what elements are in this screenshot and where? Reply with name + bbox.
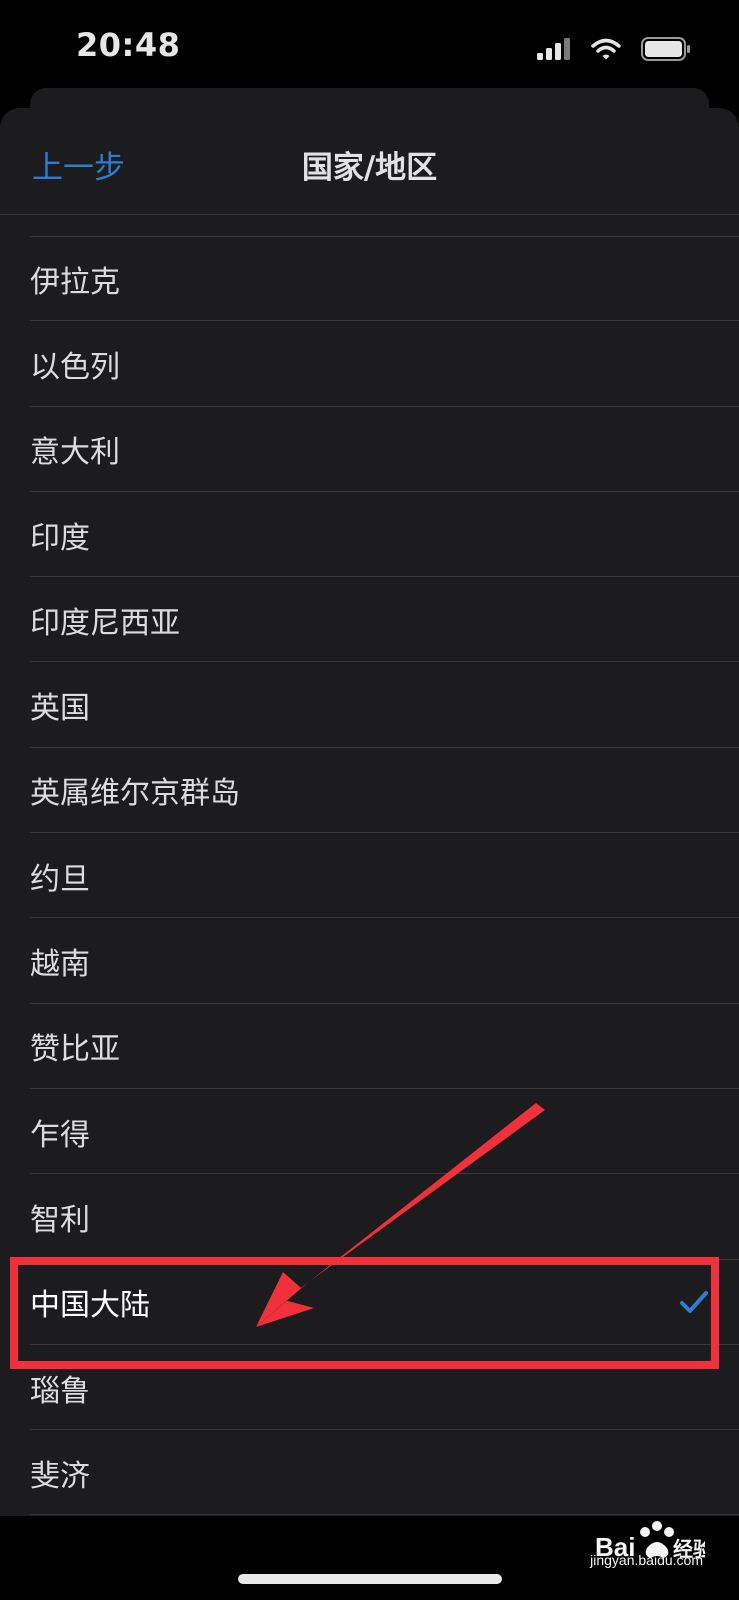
list-item-label: 约旦 (30, 861, 90, 897)
list-item-label: 赞比亚 (30, 1032, 120, 1068)
list-item-label: 印度尼西亚 (30, 605, 180, 641)
list-item-label: 印度 (30, 520, 90, 556)
list-item[interactable]: 以色列 (0, 321, 739, 407)
page-title: 国家/地区 (301, 150, 438, 186)
navigation-bar: 上一步 国家/地区 (0, 108, 739, 215)
list-item-label: 中国大陆 (30, 1288, 150, 1324)
list-item-label: 意大利 (30, 435, 120, 471)
watermark-url: jingyan.baidu.com (590, 1552, 703, 1568)
list-item[interactable]: 约旦 (0, 833, 739, 919)
list-item[interactable]: 乍得 (0, 1089, 739, 1175)
list-item[interactable]: 伊拉克 (0, 236, 739, 322)
list-item-label: 乍得 (30, 1117, 90, 1153)
list-item[interactable]: 英属维尔京群岛 (0, 748, 739, 834)
list-item[interactable]: 智利 (0, 1174, 739, 1260)
list-item[interactable]: 斐济 (0, 1430, 739, 1516)
status-icons (537, 36, 691, 62)
list-item-selected[interactable]: 中国大陆 (0, 1260, 739, 1346)
list-item-label: 斐济 (30, 1458, 90, 1494)
list-item-label: 英国 (30, 691, 90, 727)
list-item-label: 英属维尔京群岛 (30, 776, 240, 812)
list-item[interactable]: 英国 (0, 662, 739, 749)
status-bar: 20:48 (0, 0, 739, 96)
checkmark-icon (680, 1291, 708, 1314)
list-item-label: 以色列 (30, 349, 120, 385)
list-item-label: 瑙鲁 (30, 1373, 90, 1409)
list-item-label: 智利 (30, 1202, 90, 1238)
country-region-sheet: 上一步 国家/地区 伊拉克 以色列 意大利 印度 印度尼西亚 英国 英属维尔京群… (0, 108, 739, 1600)
list-item[interactable]: 意大利 (0, 407, 739, 493)
home-indicator[interactable] (238, 1574, 502, 1584)
cellular-signal-icon (537, 38, 570, 60)
list-item-label: 越南 (30, 947, 90, 983)
list-item[interactable]: 印度尼西亚 (0, 577, 739, 663)
list-item[interactable]: 瑙鲁 (0, 1345, 739, 1431)
list-item[interactable]: 越南 (0, 918, 739, 1004)
status-time: 20:48 (76, 26, 181, 64)
phone-screen: 20:48 上一步 国家/地区 伊拉克 以色列 意大利 印度 印度尼西亚 英国 … (0, 0, 739, 1600)
country-list: 伊拉克 以色列 意大利 印度 印度尼西亚 英国 英属维尔京群岛 约旦 越南 赞比… (0, 236, 739, 1516)
list-item[interactable]: 赞比亚 (0, 1004, 739, 1090)
wifi-icon (591, 38, 621, 60)
list-item[interactable]: 印度 (0, 492, 739, 578)
battery-icon (641, 37, 690, 61)
list-item-label: 伊拉克 (30, 264, 120, 300)
